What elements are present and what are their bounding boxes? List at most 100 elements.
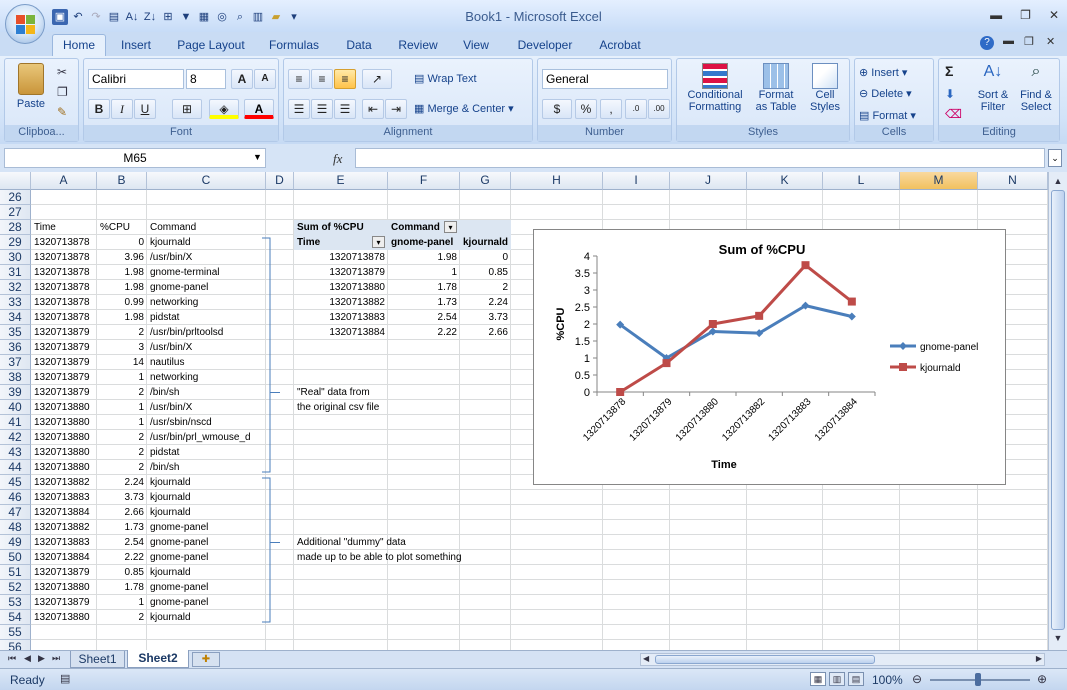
cell-b33[interactable]: 0.99	[97, 295, 147, 310]
cell-b34[interactable]: 1.98	[97, 310, 147, 325]
row-header-41[interactable]: 41	[0, 415, 31, 430]
column-header-e[interactable]: E	[294, 172, 388, 190]
first-sheet-icon[interactable]: ⏮	[8, 653, 16, 664]
align-right-button[interactable]: ☰	[334, 99, 356, 119]
cell-c31[interactable]: gnome-terminal	[147, 265, 266, 280]
paste-button[interactable]: Paste	[15, 63, 47, 115]
merge-center-button[interactable]: ▦ Merge & Center ▾	[414, 102, 514, 115]
tab-acrobat[interactable]: Acrobat	[592, 36, 648, 56]
row-header-49[interactable]: 49	[0, 535, 31, 550]
cell-a29[interactable]: 1320713878	[31, 235, 97, 250]
decrease-decimal-button[interactable]: .00	[648, 99, 670, 119]
number-format-select[interactable]: General	[542, 69, 668, 89]
italic-button[interactable]: I	[111, 99, 133, 119]
cell-e50[interactable]: made up to be able to plot something	[294, 550, 462, 565]
macro-record-icon[interactable]: ▤	[60, 672, 70, 685]
zoom-slider-thumb[interactable]	[975, 673, 981, 686]
zoom-out-icon[interactable]: ⊖	[912, 672, 922, 686]
cell-b44[interactable]: 2	[97, 460, 147, 475]
cell-e49[interactable]: Additional "dummy" data	[294, 535, 406, 550]
row-header-35[interactable]: 35	[0, 325, 31, 340]
row-header-30[interactable]: 30	[0, 250, 31, 265]
cell-c36[interactable]: /usr/bin/X	[147, 340, 266, 355]
cell-c48[interactable]: gnome-panel	[147, 520, 266, 535]
wrap-text-button[interactable]: ▤ Wrap Text	[414, 72, 477, 85]
next-sheet-icon[interactable]: ▶	[38, 653, 45, 664]
cell-b50[interactable]: 2.22	[97, 550, 147, 565]
cell-b29[interactable]: 0	[97, 235, 147, 250]
close-icon[interactable]: ✕	[1049, 8, 1059, 22]
copy-icon[interactable]: ❐	[57, 85, 68, 99]
cell-c29[interactable]: kjournald	[147, 235, 266, 250]
cell-b32[interactable]: 1.98	[97, 280, 147, 295]
cell-f30[interactable]: 1.98	[388, 250, 460, 265]
cell-a46[interactable]: 1320713883	[31, 490, 97, 505]
cell-c52[interactable]: gnome-panel	[147, 580, 266, 595]
column-header-j[interactable]: J	[670, 172, 747, 190]
font-name-select[interactable]: Calibri	[88, 69, 184, 89]
cell-c50[interactable]: gnome-panel	[147, 550, 266, 565]
row-header-48[interactable]: 48	[0, 520, 31, 535]
cell-c45[interactable]: kjournald	[147, 475, 266, 490]
ribbon-close-icon[interactable]: ✕	[1046, 35, 1055, 48]
format-painter-icon[interactable]: ✎	[57, 105, 67, 119]
normal-view-icon[interactable]: ▦	[810, 672, 826, 686]
row-header-29[interactable]: 29	[0, 235, 31, 250]
underline-button[interactable]: U	[134, 99, 156, 119]
row-header-34[interactable]: 34	[0, 310, 31, 325]
page-layout-view-icon[interactable]: ▥	[829, 672, 845, 686]
format-cells-button[interactable]: ▤ Format ▾	[859, 109, 916, 122]
cell-c38[interactable]: networking	[147, 370, 266, 385]
cell-c53[interactable]: gnome-panel	[147, 595, 266, 610]
align-bottom-button[interactable]: ≡	[334, 69, 356, 89]
cell-b54[interactable]: 2	[97, 610, 147, 625]
cell-c30[interactable]: /usr/bin/X	[147, 250, 266, 265]
cell-c40[interactable]: /usr/bin/X	[147, 400, 266, 415]
cell-c47[interactable]: kjournald	[147, 505, 266, 520]
row-header-39[interactable]: 39	[0, 385, 31, 400]
cell-b49[interactable]: 2.54	[97, 535, 147, 550]
cell-b28[interactable]: %CPU	[97, 220, 147, 235]
cell-b53[interactable]: 1	[97, 595, 147, 610]
scroll-thumb[interactable]	[1051, 190, 1065, 630]
scroll-up-icon[interactable]: ▲	[1051, 176, 1065, 190]
insert-sheet-icon[interactable]: ✚	[192, 652, 220, 667]
insert-cells-button[interactable]: ⊕ Insert ▾	[859, 66, 907, 79]
cell-b37[interactable]: 14	[97, 355, 147, 370]
cell-b47[interactable]: 2.66	[97, 505, 147, 520]
restore-icon[interactable]: ❐	[1020, 8, 1031, 22]
column-header-m[interactable]: M	[900, 172, 978, 190]
cell-b31[interactable]: 1.98	[97, 265, 147, 280]
row-header-36[interactable]: 36	[0, 340, 31, 355]
cell-a54[interactable]: 1320713880	[31, 610, 97, 625]
cell-a51[interactable]: 1320713879	[31, 565, 97, 580]
row-header-32[interactable]: 32	[0, 280, 31, 295]
font-color-button[interactable]: A	[244, 99, 274, 119]
cell-e35[interactable]: 1320713884	[294, 325, 388, 340]
cell-c34[interactable]: pidstat	[147, 310, 266, 325]
currency-button[interactable]: $	[542, 99, 572, 119]
cell-b43[interactable]: 2	[97, 445, 147, 460]
cell-a50[interactable]: 1320713884	[31, 550, 97, 565]
cell-b48[interactable]: 1.73	[97, 520, 147, 535]
cell-a30[interactable]: 1320713878	[31, 250, 97, 265]
column-header-l[interactable]: L	[823, 172, 900, 190]
row-header-44[interactable]: 44	[0, 460, 31, 475]
cell-f35[interactable]: 2.22	[388, 325, 460, 340]
cell-e30[interactable]: 1320713878	[294, 250, 388, 265]
horizontal-scrollbar[interactable]: ◀ ▶	[640, 653, 1045, 666]
fx-button[interactable]: fx	[333, 151, 342, 167]
cell-b30[interactable]: 3.96	[97, 250, 147, 265]
column-header-g[interactable]: G	[460, 172, 511, 190]
row-header-45[interactable]: 45	[0, 475, 31, 490]
row-header-43[interactable]: 43	[0, 445, 31, 460]
cell-a49[interactable]: 1320713883	[31, 535, 97, 550]
borders-button[interactable]: ⊞	[172, 99, 202, 119]
cell-a52[interactable]: 1320713880	[31, 580, 97, 595]
column-header-a[interactable]: A	[31, 172, 97, 190]
row-header-40[interactable]: 40	[0, 400, 31, 415]
prev-sheet-icon[interactable]: ◀	[24, 653, 31, 664]
bold-button[interactable]: B	[88, 99, 110, 119]
cell-f29[interactable]: gnome-panel	[388, 235, 460, 250]
comma-button[interactable]: ,	[600, 99, 622, 119]
